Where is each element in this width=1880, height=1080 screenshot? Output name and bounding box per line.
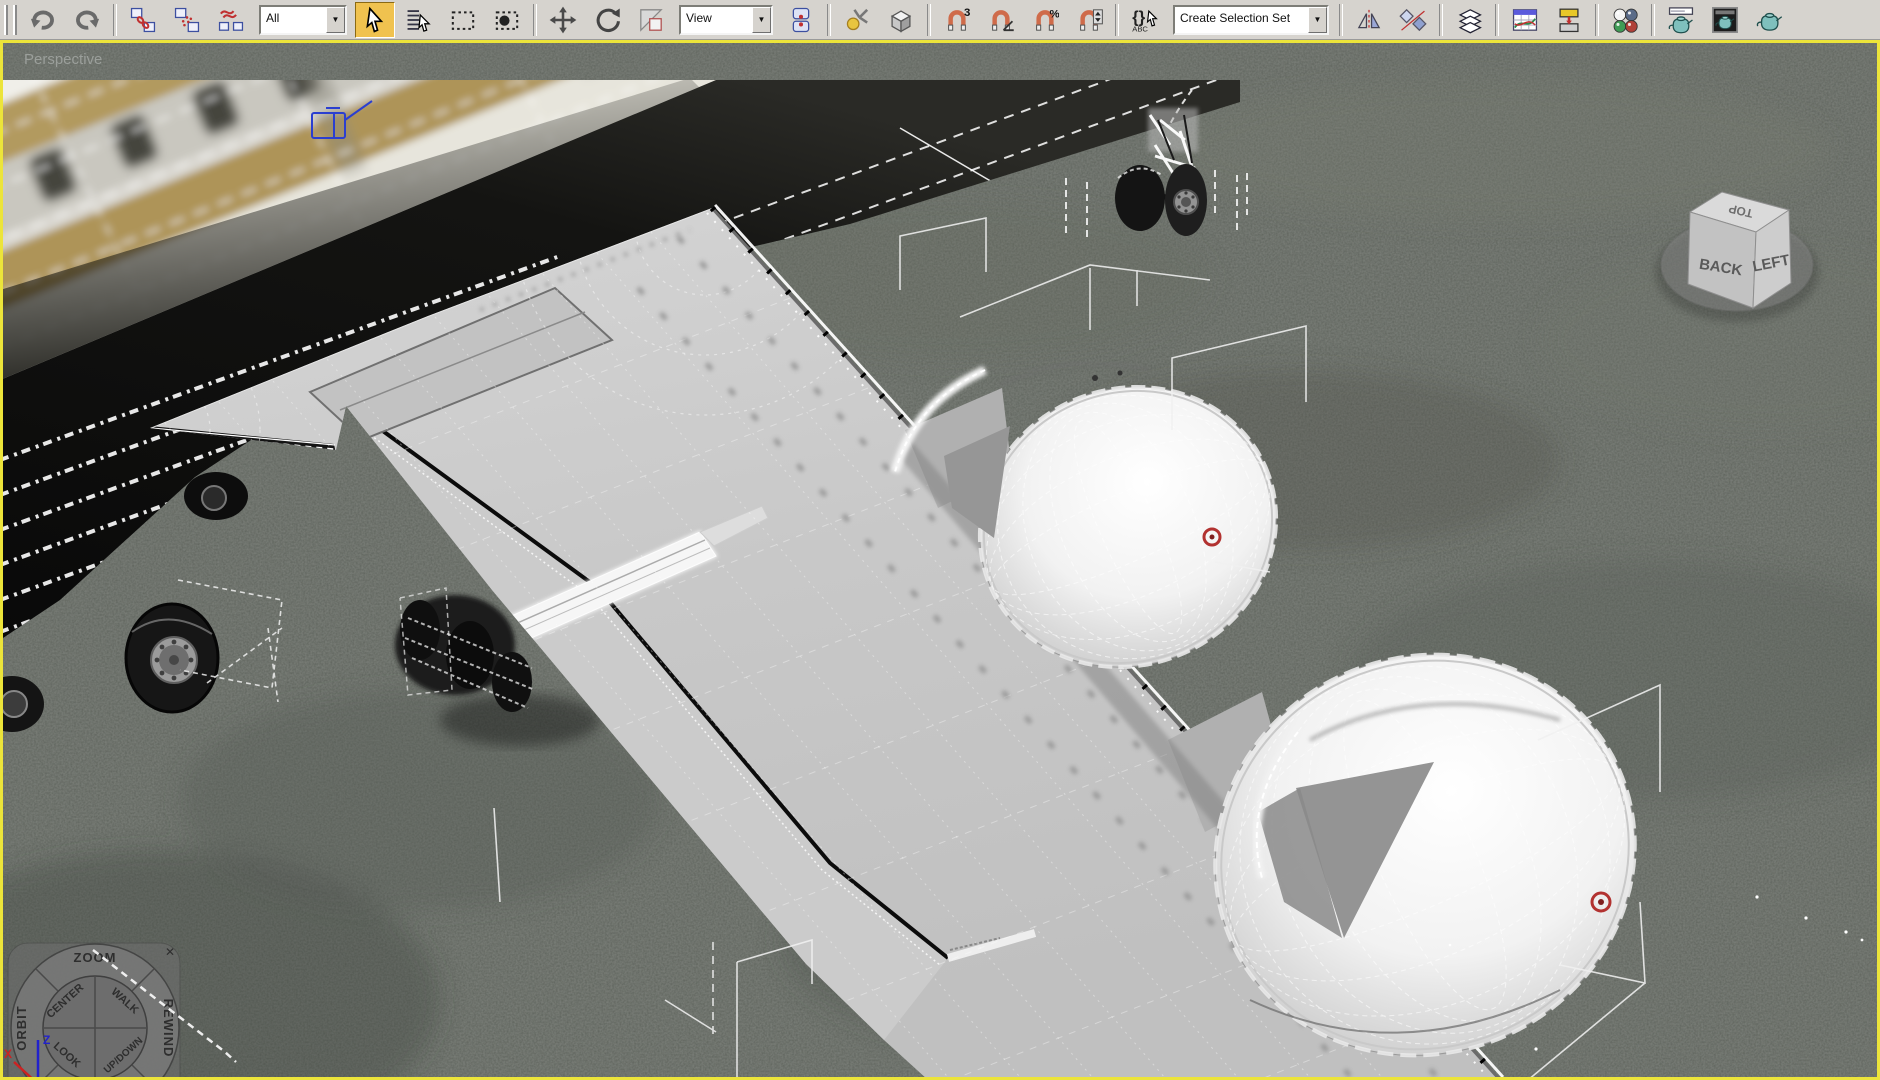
svg-text:3: 3 xyxy=(964,7,970,19)
named-selection-sets-value: Create Selection Set xyxy=(1180,10,1291,25)
viewport-canvas[interactable]: TOP BACK LEFT ZOOM PAN ORBIT REWIND CENT… xyxy=(0,40,1880,1080)
snaps-toggle-button[interactable]: 3 xyxy=(937,1,977,38)
select-by-name-icon xyxy=(405,6,433,34)
toolbar-separator xyxy=(1651,3,1655,36)
main-toolbar: All ▼ View ▼ 3% {} ABC Create Selection Set ▼ xyxy=(0,0,1880,40)
select-and-link-button[interactable] xyxy=(123,1,163,38)
material-editor-button[interactable] xyxy=(1605,1,1645,38)
toolbar-separator xyxy=(1439,3,1443,36)
toolbar-drag-handle[interactable] xyxy=(4,4,17,35)
select-and-manipulate-icon xyxy=(843,6,871,34)
rendered-frame-window-icon xyxy=(1711,6,1739,34)
svg-text:ABC: ABC xyxy=(1132,24,1148,33)
spinner-snap-toggle-icon xyxy=(1075,6,1103,34)
align-button[interactable] xyxy=(1393,1,1433,38)
axis-x-label: X xyxy=(4,1047,12,1061)
use-pivot-point-center-icon xyxy=(787,6,815,34)
redo-button[interactable] xyxy=(67,1,107,38)
toolbar-separator xyxy=(533,3,537,36)
bind-to-space-warp-button[interactable] xyxy=(211,1,251,38)
wheel-close-icon[interactable]: ✕ xyxy=(165,945,175,959)
wheel-rewind-label[interactable]: REWIND xyxy=(161,999,176,1058)
select-and-move-icon xyxy=(549,6,577,34)
toolbar-separator xyxy=(1115,3,1119,36)
toolbar-separator xyxy=(1339,3,1343,36)
reference-coordinate-system-value: View xyxy=(686,10,712,25)
schematic-view-button[interactable] xyxy=(1549,1,1589,38)
select-object-button[interactable] xyxy=(355,1,395,38)
select-object-icon xyxy=(361,6,389,34)
use-pivot-point-center-button[interactable] xyxy=(781,1,821,38)
steering-wheel[interactable]: ZOOM PAN ORBIT REWIND CENTER WALK LOOK U… xyxy=(7,942,181,1080)
material-editor-icon xyxy=(1611,6,1639,34)
mirror-button[interactable] xyxy=(1349,1,1389,38)
rectangular-selection-region-icon xyxy=(449,6,477,34)
select-and-rotate-icon xyxy=(593,6,621,34)
curve-editor-button[interactable] xyxy=(1505,1,1545,38)
selection-filter-value: All xyxy=(266,10,280,25)
select-and-scale-icon xyxy=(637,6,665,34)
render-setup-icon xyxy=(1667,6,1695,34)
redo-icon xyxy=(73,6,101,34)
reference-coordinate-system-dropdown-arrow-icon[interactable]: ▼ xyxy=(752,6,771,33)
named-selection-sets-dropdown[interactable]: Create Selection Set ▼ xyxy=(1173,4,1329,35)
mirror-icon xyxy=(1355,6,1383,34)
render-production-button[interactable] xyxy=(1749,1,1789,38)
percent-snap-toggle-button[interactable]: % xyxy=(1025,1,1065,38)
percent-snap-toggle-icon: % xyxy=(1031,6,1059,34)
select-and-move-button[interactable] xyxy=(543,1,583,38)
window-crossing-toggle-icon xyxy=(493,6,521,34)
svg-text:%: % xyxy=(1049,8,1059,20)
keyboard-shortcut-override-icon xyxy=(887,6,915,34)
select-and-scale-button[interactable] xyxy=(631,1,671,38)
reference-coordinate-system-dropdown[interactable]: View ▼ xyxy=(679,4,773,35)
toolbar-separator xyxy=(827,3,831,36)
curve-editor-icon xyxy=(1511,6,1539,34)
align-icon xyxy=(1399,6,1427,34)
edit-named-selection-sets-icon: {} ABC xyxy=(1131,6,1159,34)
named-selection-sets-dropdown-arrow-icon[interactable]: ▼ xyxy=(1308,6,1327,33)
rendered-frame-window-button[interactable] xyxy=(1705,1,1745,38)
select-by-name-button[interactable] xyxy=(399,1,439,38)
toolbar-separator xyxy=(1595,3,1599,36)
angle-snap-toggle-icon xyxy=(987,6,1015,34)
selection-filter-dropdown-arrow-icon[interactable]: ▼ xyxy=(326,6,345,33)
toolbar-separator xyxy=(1495,3,1499,36)
axis-z-label: Z xyxy=(43,1033,50,1047)
angle-snap-toggle-button[interactable] xyxy=(981,1,1021,38)
render-production-icon xyxy=(1755,6,1783,34)
viewport-label[interactable]: Perspective xyxy=(24,51,102,68)
wheel-orbit-label[interactable]: ORBIT xyxy=(14,1005,29,1050)
window-crossing-toggle-button[interactable] xyxy=(487,1,527,38)
unlink-selection-icon xyxy=(173,6,201,34)
rectangular-selection-region-button[interactable] xyxy=(443,1,483,38)
edit-named-selection-sets-button[interactable]: {} ABC xyxy=(1125,1,1165,38)
select-and-rotate-button[interactable] xyxy=(587,1,627,38)
select-and-link-icon xyxy=(129,6,157,34)
spinner-snap-toggle-button[interactable] xyxy=(1069,1,1109,38)
keyboard-shortcut-override-button[interactable] xyxy=(881,1,921,38)
layer-manager-button[interactable] xyxy=(1449,1,1489,38)
snaps-toggle-icon: 3 xyxy=(943,6,971,34)
bind-to-space-warp-icon xyxy=(217,6,245,34)
toolbar-separator xyxy=(113,3,117,36)
unlink-selection-button[interactable] xyxy=(167,1,207,38)
layer-manager-icon xyxy=(1455,6,1483,34)
select-and-manipulate-button[interactable] xyxy=(837,1,877,38)
perspective-viewport[interactable]: TOP BACK LEFT ZOOM PAN ORBIT REWIND CENT… xyxy=(0,40,1880,1080)
schematic-view-icon xyxy=(1555,6,1583,34)
toolbar-separator xyxy=(927,3,931,36)
render-setup-button[interactable] xyxy=(1661,1,1701,38)
selection-filter-dropdown[interactable]: All ▼ xyxy=(259,4,347,35)
undo-button[interactable] xyxy=(23,1,63,38)
undo-icon xyxy=(29,6,57,34)
